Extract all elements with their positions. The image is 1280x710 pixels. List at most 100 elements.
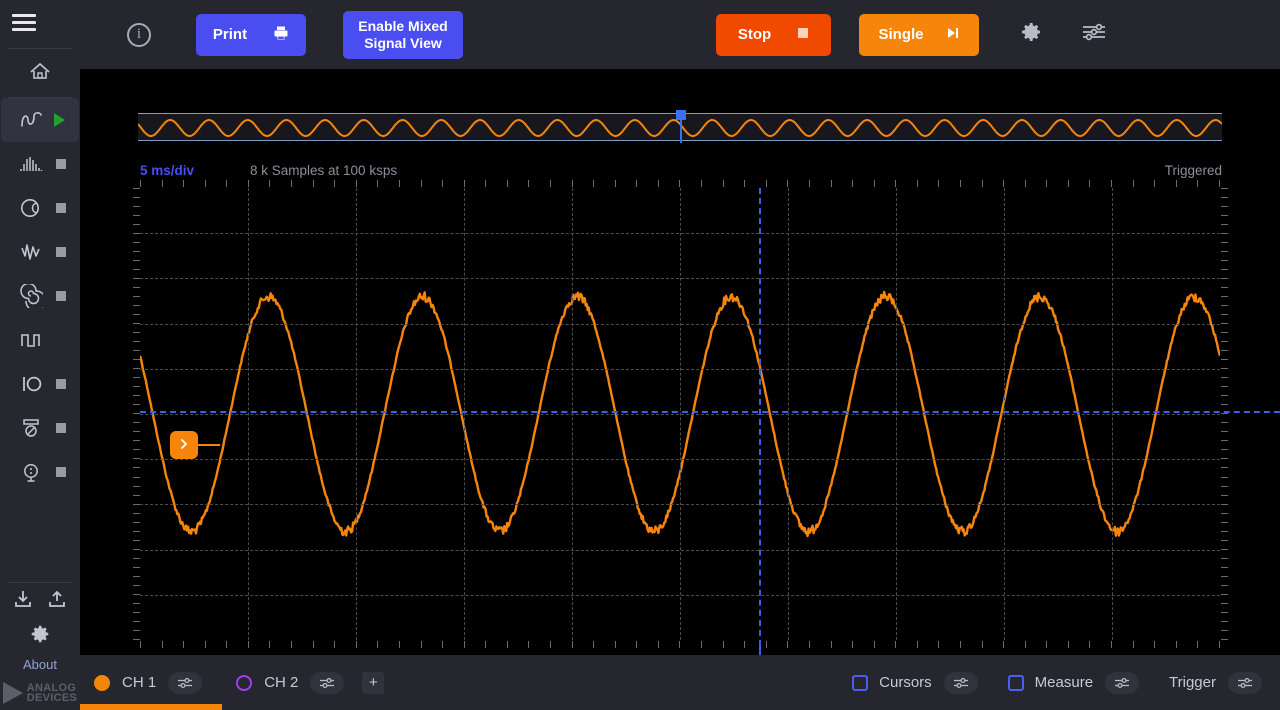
stop-button[interactable]: Stop bbox=[716, 13, 831, 56]
axis-tick bbox=[133, 359, 140, 361]
sidebar-item-signal-generator[interactable] bbox=[0, 230, 80, 274]
info-icon[interactable]: i bbox=[127, 22, 151, 47]
measure-entry[interactable]: Measure bbox=[1007, 671, 1140, 694]
time-per-division-label[interactable]: 5 ms/div bbox=[140, 163, 194, 178]
channel-1-entry[interactable]: CH 1 bbox=[94, 671, 203, 694]
sidebar-item-power-supply[interactable] bbox=[0, 450, 80, 494]
preferences-gear-icon[interactable] bbox=[29, 623, 51, 650]
sidebar-item-digital-io[interactable] bbox=[0, 362, 80, 406]
axis-tick bbox=[420, 641, 422, 648]
axis-tick bbox=[1218, 180, 1220, 187]
axis-tick bbox=[1221, 287, 1228, 289]
spiral-icon bbox=[14, 284, 48, 308]
stopped-indicator-icon bbox=[56, 379, 66, 389]
axis-tick bbox=[1221, 593, 1228, 595]
single-button[interactable]: Single bbox=[859, 13, 979, 56]
channel-1-color-dot[interactable] bbox=[94, 674, 110, 691]
plot-grid[interactable] bbox=[140, 188, 1220, 640]
horizontal-cursor-line[interactable] bbox=[140, 411, 1280, 413]
sidebar-item-spectrum-analyzer[interactable] bbox=[0, 142, 80, 186]
download-icon[interactable] bbox=[13, 589, 33, 614]
cursors-settings-button[interactable] bbox=[943, 671, 978, 694]
axis-tick bbox=[133, 467, 140, 469]
axis-tick bbox=[765, 180, 767, 187]
axis-tick bbox=[1221, 395, 1228, 397]
upload-icon[interactable] bbox=[47, 589, 67, 614]
axis-tick bbox=[133, 611, 140, 613]
sidebar-item-pattern-generator[interactable] bbox=[0, 318, 80, 362]
axis-tick bbox=[133, 251, 140, 253]
trigger-entry[interactable]: Trigger bbox=[1169, 671, 1262, 694]
axis-tick bbox=[133, 305, 140, 307]
about-link[interactable]: About bbox=[23, 657, 57, 672]
axis-tick bbox=[377, 641, 379, 648]
axis-tick bbox=[204, 641, 206, 648]
axis-tick bbox=[593, 180, 595, 187]
axis-tick bbox=[657, 180, 659, 187]
print-button-label: Print bbox=[212, 26, 248, 43]
measure-checkbox[interactable] bbox=[1007, 674, 1024, 691]
sidebar-item-home[interactable] bbox=[0, 49, 80, 93]
axis-tick bbox=[133, 629, 140, 631]
cursors-entry[interactable]: Cursors bbox=[852, 671, 978, 694]
channel-2-entry[interactable]: CH 2 bbox=[236, 671, 345, 694]
axis-tick bbox=[1221, 206, 1228, 208]
axis-tick bbox=[1221, 467, 1228, 469]
axis-tick bbox=[1221, 476, 1228, 478]
axis-tick bbox=[133, 422, 140, 424]
axis-tick bbox=[133, 584, 140, 586]
axis-tick bbox=[1221, 377, 1228, 379]
analog-devices-logo: ANALOG DEVICES bbox=[2, 682, 77, 704]
axis-tick bbox=[398, 641, 400, 648]
grid-hline bbox=[140, 414, 1220, 415]
sidebar-bottom-group: About ANALOG DEVICES bbox=[0, 578, 80, 710]
axis-tick bbox=[463, 180, 465, 187]
axis-tick bbox=[485, 180, 487, 187]
print-button[interactable]: Print bbox=[196, 13, 306, 56]
channel-1-settings-button[interactable] bbox=[168, 671, 203, 694]
axis-tick bbox=[830, 641, 832, 648]
axis-tick bbox=[959, 641, 961, 648]
hamburger-menu-button[interactable] bbox=[0, 0, 80, 44]
axis-tick bbox=[1221, 521, 1228, 523]
sidebar-item-network-analyzer[interactable] bbox=[0, 186, 80, 230]
sidebar-item-voltmeter[interactable] bbox=[0, 406, 80, 450]
axis-tick bbox=[133, 512, 140, 514]
axis-tick bbox=[916, 180, 918, 187]
sidebar-item-oscilloscope[interactable] bbox=[1, 98, 79, 142]
vertical-cursor-line[interactable] bbox=[759, 188, 761, 666]
axis-tick bbox=[1221, 350, 1228, 352]
trigger-marker-icon[interactable] bbox=[676, 110, 686, 120]
axis-tick bbox=[334, 180, 336, 187]
trigger-settings-button[interactable] bbox=[1228, 671, 1262, 694]
axis-tick bbox=[133, 575, 140, 577]
axis-tick bbox=[133, 638, 140, 640]
square-wave-icon bbox=[14, 330, 48, 350]
channel-1-offset-handle[interactable] bbox=[170, 431, 198, 459]
spectrum-bars-icon bbox=[14, 155, 48, 173]
axis-tick bbox=[549, 180, 551, 187]
axis-tick bbox=[133, 566, 140, 568]
axis-tick bbox=[614, 180, 616, 187]
axis-tick bbox=[355, 641, 357, 648]
channel-2-settings-button[interactable] bbox=[310, 671, 345, 694]
axis-tick bbox=[614, 641, 616, 648]
cursors-checkbox[interactable] bbox=[852, 674, 869, 691]
enable-mixed-signal-view-button[interactable]: Enable Mixed Signal View bbox=[343, 10, 463, 59]
general-settings-sliders-icon[interactable] bbox=[1081, 22, 1107, 47]
measure-settings-button[interactable] bbox=[1105, 671, 1140, 694]
axis-tick bbox=[657, 641, 659, 648]
scopy-oscilloscope-window: About ANALOG DEVICES i Print Enable Mixe… bbox=[0, 0, 1280, 710]
axis-tick bbox=[959, 180, 961, 187]
axis-tick bbox=[269, 180, 271, 187]
add-channel-button[interactable]: + bbox=[362, 671, 385, 694]
axis-tick bbox=[1024, 180, 1026, 187]
axis-tick bbox=[636, 641, 638, 648]
channel-2-color-dot[interactable] bbox=[236, 674, 253, 691]
instrument-settings-gear-icon[interactable] bbox=[1019, 20, 1043, 49]
grid-hline bbox=[140, 549, 1220, 551]
axis-tick bbox=[133, 233, 140, 235]
axis-tick bbox=[133, 395, 140, 397]
sidebar-item-logic-analyzer[interactable] bbox=[0, 274, 80, 318]
axis-tick bbox=[506, 641, 508, 648]
